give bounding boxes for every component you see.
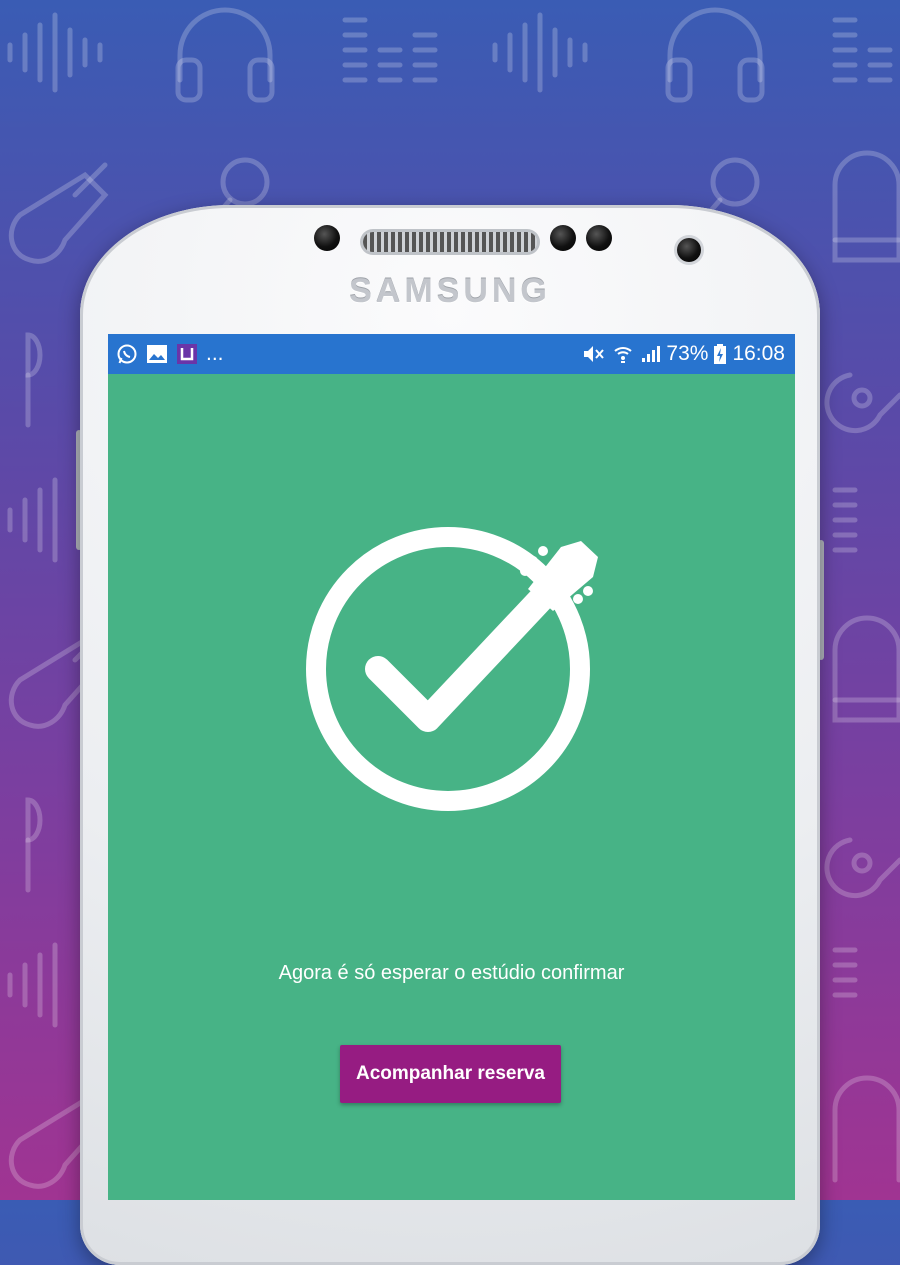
guitar-icon [8, 162, 109, 264]
status-bar: ... 73% 16:08 [108, 334, 795, 374]
equalizer-icon [832, 947, 858, 998]
whatsapp-icon [116, 343, 138, 365]
status-bar-notifications: ... [108, 334, 224, 374]
device-brand-logo: SAMSUNG [349, 272, 551, 310]
confirmation-message: Agora é só esperar o estúdio confirmar [278, 962, 625, 984]
more-notifications-indicator: ... [206, 342, 224, 365]
status-bar-system: 73% 16:08 [582, 334, 795, 374]
earphones-icon [25, 332, 43, 428]
equalizer-icon [342, 17, 438, 83]
battery-percentage: 73% [666, 342, 709, 365]
sound-wave-icon [7, 942, 58, 1028]
earpiece-speaker [363, 232, 537, 252]
clock: 16:08 [732, 342, 785, 365]
guitar-icon [824, 372, 900, 434]
battery-charging-icon [714, 344, 727, 364]
equalizer-icon [832, 17, 893, 83]
piano-icon [832, 615, 900, 723]
wifi-icon [612, 343, 634, 365]
sensor-icon [550, 225, 576, 251]
piano-icon [832, 1075, 900, 1183]
mute-icon [582, 343, 606, 365]
sound-wave-icon [7, 12, 103, 93]
image-icon [146, 344, 168, 364]
headphones-icon [175, 7, 275, 103]
headphones-icon [665, 7, 765, 103]
app-screen: ... 73% 16:08 Agora é só esperar o estúd… [108, 334, 795, 1200]
front-sensor-icon [314, 225, 340, 251]
equalizer-icon [832, 487, 858, 553]
front-camera-icon [677, 238, 701, 262]
sound-wave-icon [492, 12, 588, 93]
sensor-icon [586, 225, 612, 251]
app-icon [176, 343, 198, 365]
guitar-icon [824, 837, 900, 899]
signal-icon [640, 344, 661, 364]
sound-wave-icon [7, 477, 58, 563]
guitar-check-icon [306, 527, 598, 811]
piano-icon [832, 150, 900, 263]
earphones-icon [25, 797, 43, 893]
track-reservation-button[interactable]: Acompanhar reserva [340, 1045, 561, 1103]
